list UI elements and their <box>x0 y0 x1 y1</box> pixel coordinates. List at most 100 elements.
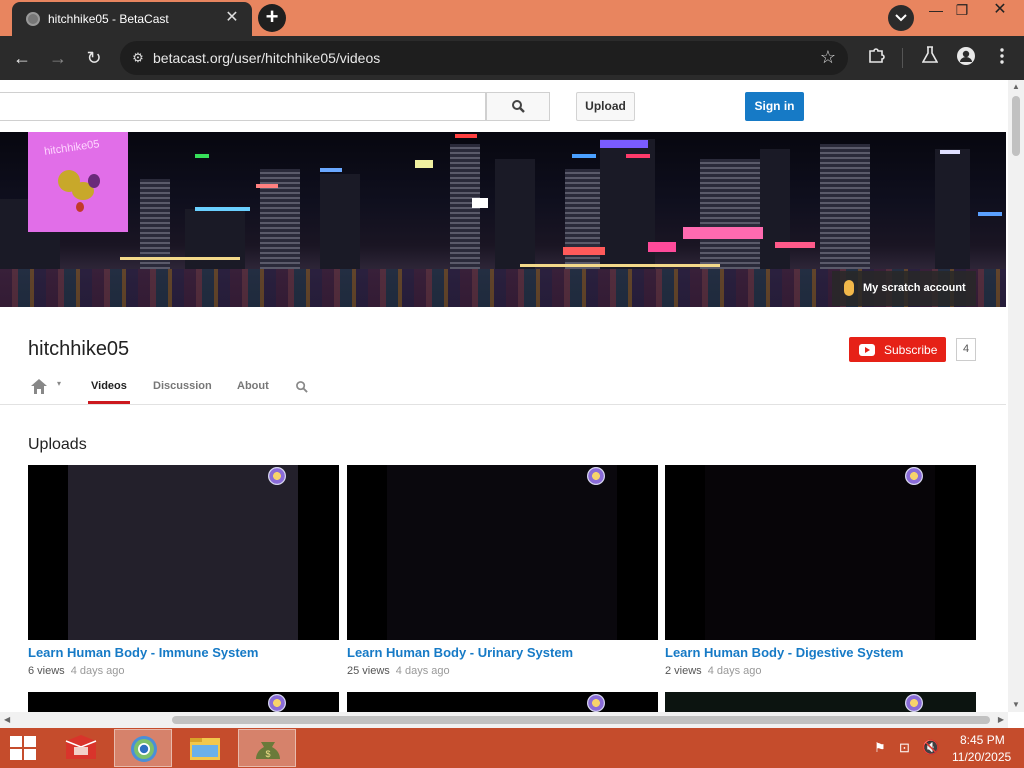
globe-icon <box>26 12 40 26</box>
tab-discussion[interactable]: Discussion <box>153 380 212 392</box>
bookmark-star-icon[interactable]: ☆ <box>820 47 836 68</box>
avatar-text: hitchhike05 <box>43 138 101 158</box>
video-thumbnail[interactable] <box>347 465 658 640</box>
video-age: 4 days ago <box>70 665 125 677</box>
channel-nav: ▾ Videos Discussion About <box>0 368 1006 405</box>
page-viewport: Upload Sign in hitchhike05 My scratch ac… <box>0 80 1008 712</box>
windows-logo-pane <box>24 749 36 760</box>
neon-light <box>195 154 209 158</box>
banner-building <box>320 174 360 269</box>
horizontal-scrollbar[interactable]: ◀ ▶ <box>0 712 1008 728</box>
home-icon[interactable] <box>31 379 47 394</box>
clock-date[interactable]: 11/20/2025 <box>952 750 1011 764</box>
subscribe-button[interactable]: Subscribe <box>849 337 946 362</box>
tab-about[interactable]: About <box>237 380 269 392</box>
video-title[interactable]: Learn Human Body - Digestive System <box>665 645 903 660</box>
windows-start-button[interactable] <box>10 736 38 762</box>
video-meta: 6 views 4 days ago <box>28 665 125 677</box>
forward-button[interactable]: → <box>46 46 70 70</box>
scratch-badge-icon <box>268 694 286 712</box>
video-thumbnail-partial[interactable] <box>665 692 976 712</box>
scratch-account-link[interactable]: My scratch account <box>832 271 976 306</box>
tab-videos[interactable]: Videos <box>91 380 127 392</box>
vertical-scroll-thumb[interactable] <box>1012 96 1020 156</box>
new-tab-button[interactable]: + <box>258 4 286 32</box>
neon-light <box>978 212 1002 216</box>
windows-logo-pane <box>10 736 22 747</box>
video-thumbnail[interactable] <box>28 465 339 640</box>
browser-tab-active[interactable]: hitchhike05 - BetaCast ✕ <box>12 2 252 36</box>
banner-building <box>760 149 790 269</box>
neon-light <box>626 154 650 158</box>
scratch-badge-icon <box>905 694 923 712</box>
taskbar-app-chrome[interactable] <box>114 729 172 767</box>
tab-search-button[interactable] <box>888 5 914 31</box>
horizontal-scroll-thumb[interactable] <box>172 716 990 724</box>
banner-building <box>495 159 535 269</box>
video-age: 4 days ago <box>395 665 450 677</box>
window-close-button[interactable]: ✕ <box>976 0 1024 22</box>
scroll-up-arrow-icon[interactable]: ▲ <box>1011 82 1021 92</box>
channel-title: hitchhike05 <box>28 338 130 360</box>
action-center-flag-icon[interactable]: ⚑ <box>874 740 886 756</box>
volume-muted-icon[interactable]: 🔇 <box>922 739 939 756</box>
sign-in-button[interactable]: Sign in <box>745 92 804 121</box>
neon-light <box>195 207 250 211</box>
kebab-menu-icon[interactable] <box>990 46 1014 70</box>
site-info-icon[interactable]: ⚙ <box>128 48 148 68</box>
subscriber-count: 4 <box>956 338 976 361</box>
url-text[interactable]: betacast.org/user/hitchhike05/videos <box>153 50 380 66</box>
scratch-badge-icon <box>905 467 923 485</box>
video-thumbnail[interactable] <box>665 465 976 640</box>
network-icon[interactable]: ⊡ <box>899 740 910 756</box>
toolbar-separator <box>902 48 903 68</box>
masthead: Upload Sign in <box>0 80 1008 132</box>
scroll-right-arrow-icon[interactable]: ▶ <box>998 715 1004 724</box>
video-meta: 25 views 4 days ago <box>347 665 450 677</box>
search-icon <box>512 100 525 113</box>
taskbar-app-file-manager[interactable] <box>52 729 110 767</box>
reload-button[interactable]: ↻ <box>82 46 106 70</box>
video-title[interactable]: Learn Human Body - Urinary System <box>347 645 573 660</box>
neon-light <box>320 168 342 172</box>
channel-search-icon[interactable] <box>296 381 308 393</box>
taskbar: $ ⚑ ⊡ 🔇 8:45 PM 11/20/2025 <box>0 728 1024 768</box>
chevron-down-icon <box>895 14 907 22</box>
scratch-cat-icon <box>844 280 854 296</box>
home-dropdown-caret-icon[interactable]: ▾ <box>57 379 61 388</box>
taskbar-app-money[interactable]: $ <box>238 729 296 767</box>
avatar-blob <box>88 174 100 188</box>
neon-light <box>648 242 676 252</box>
labs-flask-icon[interactable] <box>918 46 942 70</box>
extensions-icon[interactable] <box>864 46 888 70</box>
scratch-account-label: My scratch account <box>863 282 966 294</box>
upload-button[interactable]: Upload <box>576 92 635 121</box>
taskbar-app-file-explorer[interactable] <box>176 729 234 767</box>
video-views: 25 views <box>347 665 390 677</box>
neon-light <box>683 227 763 239</box>
search-input[interactable] <box>0 92 486 121</box>
video-thumbnail-partial[interactable] <box>28 692 339 712</box>
search-button[interactable] <box>486 92 550 121</box>
browser-toolbar: ← → ↻ ⚙ betacast.org/user/hitchhike05/vi… <box>0 36 1024 80</box>
address-bar[interactable]: ⚙ betacast.org/user/hitchhike05/videos ☆ <box>120 41 848 75</box>
video-thumbnail-partial[interactable] <box>347 692 658 712</box>
youtube-play-icon <box>859 344 875 356</box>
video-title[interactable]: Learn Human Body - Immune System <box>28 645 258 660</box>
video-meta: 2 views 4 days ago <box>665 665 762 677</box>
neon-light <box>256 184 278 188</box>
tab-close-icon[interactable]: ✕ <box>222 8 242 28</box>
neon-light <box>775 242 815 248</box>
back-button[interactable]: ← <box>10 46 34 70</box>
profile-avatar-icon[interactable] <box>954 46 978 70</box>
window-restore-button[interactable]: ❐ <box>946 0 978 22</box>
vertical-scrollbar[interactable]: ▲ ▼ <box>1008 80 1024 712</box>
scroll-down-arrow-icon[interactable]: ▼ <box>1011 700 1021 710</box>
red-box-app-icon <box>65 735 97 759</box>
channel-avatar[interactable]: hitchhike05 <box>28 132 128 232</box>
neon-light <box>572 154 596 158</box>
clock-time[interactable]: 8:45 PM <box>960 733 1005 747</box>
neon-light <box>415 160 433 168</box>
scroll-left-arrow-icon[interactable]: ◀ <box>4 715 10 724</box>
active-tab-indicator <box>88 401 130 404</box>
